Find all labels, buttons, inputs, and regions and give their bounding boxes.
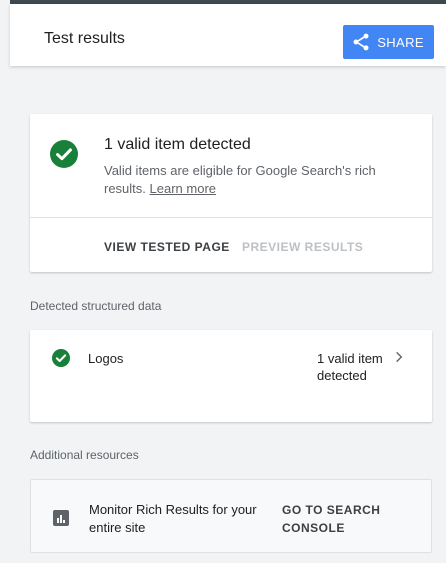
share-button[interactable]: SHARE — [343, 25, 434, 59]
card-divider — [30, 217, 432, 218]
resource-card: Monitor Rich Results for your entire sit… — [30, 479, 432, 553]
check-circle-icon — [50, 140, 78, 168]
additional-resources-heading: Additional resources — [30, 448, 139, 462]
check-circle-icon — [52, 349, 70, 367]
chevron-right-icon — [396, 351, 403, 363]
share-icon — [353, 33, 369, 51]
bar-chart-icon — [53, 510, 69, 526]
item-status-count: 1 valid item detected — [317, 351, 383, 383]
item-type-label: Logos — [88, 351, 124, 366]
learn-more-link[interactable]: Learn more — [150, 181, 216, 196]
test-results-page: Test results SHARE 1 valid item detected… — [0, 0, 446, 563]
valid-items-title: 1 valid item detected — [104, 136, 251, 153]
page-title: Test results — [44, 30, 125, 47]
view-tested-page-button[interactable]: VIEW TESTED PAGE — [104, 240, 230, 254]
share-label: SHARE — [377, 34, 424, 50]
valid-items-description: Valid items are eligible for Google Sear… — [104, 162, 404, 198]
resource-description: Monitor Rich Results for your entire sit… — [89, 502, 257, 535]
go-to-search-console-button[interactable]: GO TO SEARCH CONSOLE — [282, 501, 392, 537]
description-text: Valid items are eligible for Google Sear… — [104, 163, 376, 196]
detected-data-heading: Detected structured data — [30, 299, 162, 313]
result-summary-card: 1 valid item detected Valid items are el… — [30, 114, 432, 272]
header-bar: Test results SHARE — [10, 4, 446, 66]
preview-results-button: PREVIEW RESULTS — [242, 240, 364, 254]
list-item-logos[interactable]: Logos 1 valid item detected — [30, 330, 432, 422]
